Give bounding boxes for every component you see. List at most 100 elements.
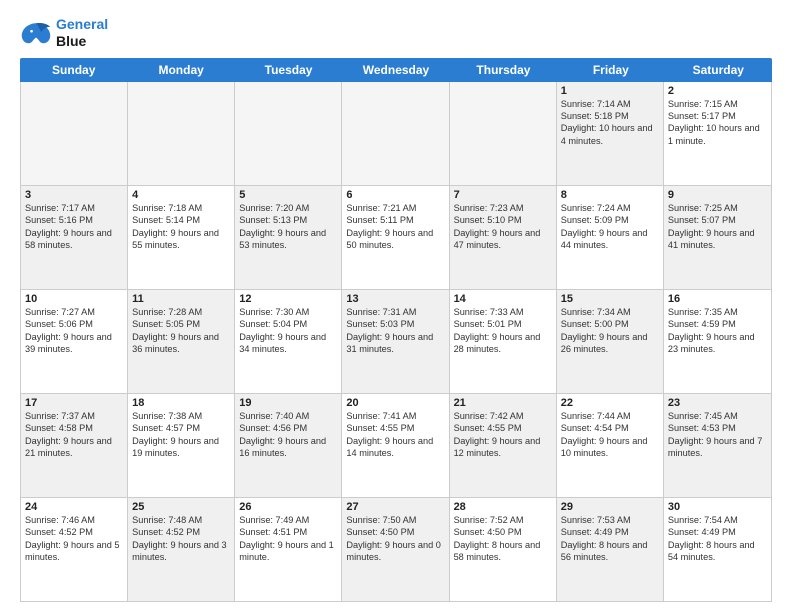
weekday-header: Tuesday <box>235 58 342 82</box>
cell-info: Sunrise: 7:42 AM Sunset: 4:55 PM Dayligh… <box>454 410 552 460</box>
day-number: 13 <box>346 293 444 305</box>
weekday-header: Monday <box>127 58 234 82</box>
day-number: 16 <box>668 293 767 305</box>
day-number: 8 <box>561 189 659 201</box>
cell-info: Sunrise: 7:50 AM Sunset: 4:50 PM Dayligh… <box>346 514 444 564</box>
day-number: 18 <box>132 397 230 409</box>
calendar-cell: 6Sunrise: 7:21 AM Sunset: 5:11 PM Daylig… <box>342 186 449 289</box>
calendar-cell: 2Sunrise: 7:15 AM Sunset: 5:17 PM Daylig… <box>664 82 771 185</box>
day-number: 27 <box>346 501 444 513</box>
calendar-cell <box>21 82 128 185</box>
calendar-cell: 30Sunrise: 7:54 AM Sunset: 4:49 PM Dayli… <box>664 498 771 601</box>
day-number: 10 <box>25 293 123 305</box>
cell-info: Sunrise: 7:15 AM Sunset: 5:17 PM Dayligh… <box>668 98 767 148</box>
calendar-cell: 15Sunrise: 7:34 AM Sunset: 5:00 PM Dayli… <box>557 290 664 393</box>
calendar-cell: 3Sunrise: 7:17 AM Sunset: 5:16 PM Daylig… <box>21 186 128 289</box>
calendar-cell: 27Sunrise: 7:50 AM Sunset: 4:50 PM Dayli… <box>342 498 449 601</box>
cell-info: Sunrise: 7:31 AM Sunset: 5:03 PM Dayligh… <box>346 306 444 356</box>
calendar-cell: 29Sunrise: 7:53 AM Sunset: 4:49 PM Dayli… <box>557 498 664 601</box>
logo-text: General Blue <box>56 16 108 50</box>
cell-info: Sunrise: 7:52 AM Sunset: 4:50 PM Dayligh… <box>454 514 552 564</box>
day-number: 12 <box>239 293 337 305</box>
day-number: 24 <box>25 501 123 513</box>
cell-info: Sunrise: 7:37 AM Sunset: 4:58 PM Dayligh… <box>25 410 123 460</box>
calendar-cell: 21Sunrise: 7:42 AM Sunset: 4:55 PM Dayli… <box>450 394 557 497</box>
calendar-row: 1Sunrise: 7:14 AM Sunset: 5:18 PM Daylig… <box>21 82 771 186</box>
day-number: 20 <box>346 397 444 409</box>
cell-info: Sunrise: 7:33 AM Sunset: 5:01 PM Dayligh… <box>454 306 552 356</box>
logo-icon <box>20 19 52 47</box>
cell-info: Sunrise: 7:41 AM Sunset: 4:55 PM Dayligh… <box>346 410 444 460</box>
cell-info: Sunrise: 7:18 AM Sunset: 5:14 PM Dayligh… <box>132 202 230 252</box>
cell-info: Sunrise: 7:20 AM Sunset: 5:13 PM Dayligh… <box>239 202 337 252</box>
calendar-cell <box>342 82 449 185</box>
cell-info: Sunrise: 7:28 AM Sunset: 5:05 PM Dayligh… <box>132 306 230 356</box>
day-number: 11 <box>132 293 230 305</box>
cell-info: Sunrise: 7:30 AM Sunset: 5:04 PM Dayligh… <box>239 306 337 356</box>
cell-info: Sunrise: 7:44 AM Sunset: 4:54 PM Dayligh… <box>561 410 659 460</box>
calendar-row: 3Sunrise: 7:17 AM Sunset: 5:16 PM Daylig… <box>21 186 771 290</box>
cell-info: Sunrise: 7:46 AM Sunset: 4:52 PM Dayligh… <box>25 514 123 564</box>
calendar-row: 24Sunrise: 7:46 AM Sunset: 4:52 PM Dayli… <box>21 498 771 601</box>
calendar-cell: 9Sunrise: 7:25 AM Sunset: 5:07 PM Daylig… <box>664 186 771 289</box>
calendar-cell: 1Sunrise: 7:14 AM Sunset: 5:18 PM Daylig… <box>557 82 664 185</box>
day-number: 19 <box>239 397 337 409</box>
calendar-cell: 11Sunrise: 7:28 AM Sunset: 5:05 PM Dayli… <box>128 290 235 393</box>
day-number: 4 <box>132 189 230 201</box>
calendar-cell: 4Sunrise: 7:18 AM Sunset: 5:14 PM Daylig… <box>128 186 235 289</box>
calendar-cell: 25Sunrise: 7:48 AM Sunset: 4:52 PM Dayli… <box>128 498 235 601</box>
cell-info: Sunrise: 7:54 AM Sunset: 4:49 PM Dayligh… <box>668 514 767 564</box>
cell-info: Sunrise: 7:14 AM Sunset: 5:18 PM Dayligh… <box>561 98 659 148</box>
cell-info: Sunrise: 7:45 AM Sunset: 4:53 PM Dayligh… <box>668 410 767 460</box>
calendar-cell: 17Sunrise: 7:37 AM Sunset: 4:58 PM Dayli… <box>21 394 128 497</box>
weekday-header: Sunday <box>20 58 127 82</box>
cell-info: Sunrise: 7:35 AM Sunset: 4:59 PM Dayligh… <box>668 306 767 356</box>
day-number: 6 <box>346 189 444 201</box>
day-number: 17 <box>25 397 123 409</box>
calendar-cell <box>450 82 557 185</box>
day-number: 9 <box>668 189 767 201</box>
cell-info: Sunrise: 7:17 AM Sunset: 5:16 PM Dayligh… <box>25 202 123 252</box>
cell-info: Sunrise: 7:27 AM Sunset: 5:06 PM Dayligh… <box>25 306 123 356</box>
calendar-cell <box>235 82 342 185</box>
day-number: 21 <box>454 397 552 409</box>
day-number: 15 <box>561 293 659 305</box>
calendar-cell: 24Sunrise: 7:46 AM Sunset: 4:52 PM Dayli… <box>21 498 128 601</box>
day-number: 7 <box>454 189 552 201</box>
day-number: 30 <box>668 501 767 513</box>
cell-info: Sunrise: 7:38 AM Sunset: 4:57 PM Dayligh… <box>132 410 230 460</box>
calendar-row: 10Sunrise: 7:27 AM Sunset: 5:06 PM Dayli… <box>21 290 771 394</box>
day-number: 26 <box>239 501 337 513</box>
header: General Blue <box>20 16 772 50</box>
calendar-cell: 10Sunrise: 7:27 AM Sunset: 5:06 PM Dayli… <box>21 290 128 393</box>
cell-info: Sunrise: 7:24 AM Sunset: 5:09 PM Dayligh… <box>561 202 659 252</box>
calendar-cell: 18Sunrise: 7:38 AM Sunset: 4:57 PM Dayli… <box>128 394 235 497</box>
calendar-cell: 5Sunrise: 7:20 AM Sunset: 5:13 PM Daylig… <box>235 186 342 289</box>
weekday-header: Friday <box>557 58 664 82</box>
calendar: SundayMondayTuesdayWednesdayThursdayFrid… <box>20 58 772 602</box>
weekday-header: Wednesday <box>342 58 449 82</box>
calendar-cell: 20Sunrise: 7:41 AM Sunset: 4:55 PM Dayli… <box>342 394 449 497</box>
calendar-cell: 12Sunrise: 7:30 AM Sunset: 5:04 PM Dayli… <box>235 290 342 393</box>
day-number: 3 <box>25 189 123 201</box>
calendar-row: 17Sunrise: 7:37 AM Sunset: 4:58 PM Dayli… <box>21 394 771 498</box>
calendar-body: 1Sunrise: 7:14 AM Sunset: 5:18 PM Daylig… <box>20 82 772 602</box>
cell-info: Sunrise: 7:25 AM Sunset: 5:07 PM Dayligh… <box>668 202 767 252</box>
cell-info: Sunrise: 7:49 AM Sunset: 4:51 PM Dayligh… <box>239 514 337 564</box>
calendar-cell <box>128 82 235 185</box>
cell-info: Sunrise: 7:53 AM Sunset: 4:49 PM Dayligh… <box>561 514 659 564</box>
calendar-cell: 13Sunrise: 7:31 AM Sunset: 5:03 PM Dayli… <box>342 290 449 393</box>
cell-info: Sunrise: 7:21 AM Sunset: 5:11 PM Dayligh… <box>346 202 444 252</box>
cell-info: Sunrise: 7:34 AM Sunset: 5:00 PM Dayligh… <box>561 306 659 356</box>
calendar-cell: 23Sunrise: 7:45 AM Sunset: 4:53 PM Dayli… <box>664 394 771 497</box>
logo: General Blue <box>20 16 108 50</box>
day-number: 2 <box>668 85 767 97</box>
day-number: 28 <box>454 501 552 513</box>
weekday-header: Saturday <box>665 58 772 82</box>
calendar-cell: 14Sunrise: 7:33 AM Sunset: 5:01 PM Dayli… <box>450 290 557 393</box>
day-number: 1 <box>561 85 659 97</box>
cell-info: Sunrise: 7:23 AM Sunset: 5:10 PM Dayligh… <box>454 202 552 252</box>
calendar-cell: 7Sunrise: 7:23 AM Sunset: 5:10 PM Daylig… <box>450 186 557 289</box>
day-number: 23 <box>668 397 767 409</box>
day-number: 22 <box>561 397 659 409</box>
